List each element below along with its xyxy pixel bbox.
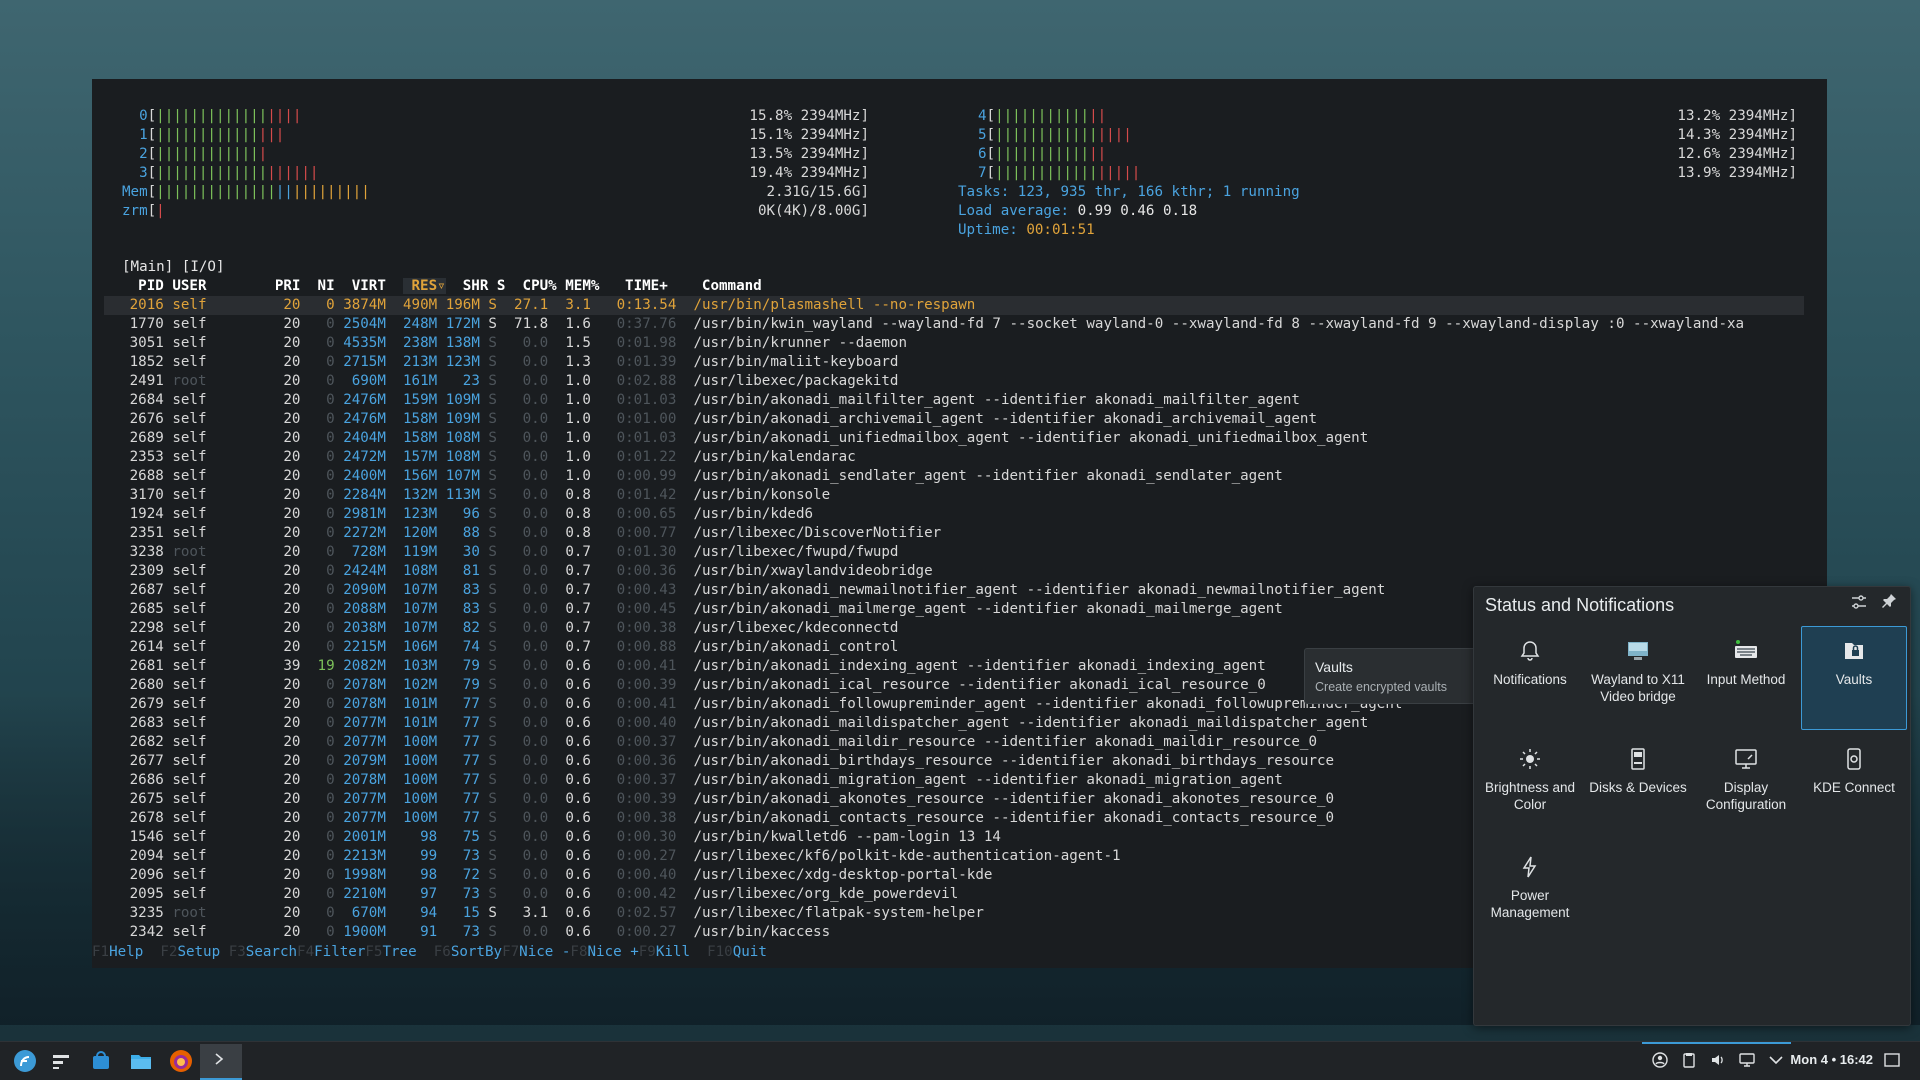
applet-vaults[interactable]: Vaults [1801, 626, 1907, 730]
power-icon [1478, 855, 1582, 879]
process-row[interactable]: 1852 self 20 0 2715M 213M 123M S 0.0 1.3… [104, 353, 1804, 372]
cpu-meter-7: 7[||||||||||||||||| [978, 165, 1141, 181]
applet-label: Disks & Devices [1589, 780, 1687, 795]
clipboard-icon[interactable] [1679, 1051, 1699, 1071]
configure-icon[interactable] [1848, 593, 1870, 615]
process-row[interactable]: 2676 self 20 0 2476M 158M 109M S 0.0 1.0… [104, 410, 1804, 429]
applet-disks-devices[interactable]: Disks & Devices [1585, 734, 1691, 838]
fkey-f8[interactable]: Nice + [588, 944, 639, 960]
zram-meter: zrm[| [122, 203, 165, 219]
cpu-meter-5: 5[|||||||||||||||| [978, 127, 1132, 143]
display-icon [1694, 747, 1798, 771]
tasks-meter: Tasks: 123, 935 thr, 166 kthr; 1 running [958, 184, 1300, 200]
status-notifications-popup: Status and Notifications Notifications Wa… [1473, 586, 1911, 1026]
applet-input-method[interactable]: Input Method [1693, 626, 1799, 730]
process-row[interactable]: 2491 root 20 0 690M 161M 23 S 0.0 1.0 0:… [104, 372, 1804, 391]
tooltip-subtitle: Create encrypted vaults [1315, 680, 1448, 694]
tooltip-title: Vaults [1315, 659, 1353, 675]
process-row[interactable]: 2309 self 20 0 2424M 108M 81 S 0.0 0.7 0… [104, 562, 1804, 581]
network-icon[interactable] [1737, 1051, 1757, 1071]
cpu-meter-value: 13.5% 2394MHz] [749, 146, 869, 162]
applet-notifications[interactable]: Notifications [1477, 626, 1583, 730]
cpu-meter-value: 13.2% 2394MHz] [1677, 108, 1797, 124]
video-bridge-icon [1586, 639, 1690, 663]
firefox-icon[interactable] [168, 1048, 194, 1074]
digital-clock[interactable]: Mon 4 • 16:42 [1790, 1052, 1873, 1067]
task-konsole[interactable] [200, 1044, 242, 1080]
memory-value: 2.31G/15.6G] [766, 184, 870, 200]
applet-power-management[interactable]: Power Management [1477, 842, 1583, 946]
cpu-meter-value: 14.3% 2394MHz] [1677, 127, 1797, 143]
applet-label: Wayland to X11 Video bridge [1591, 672, 1685, 704]
cpu-meter-3: 3[||||||||||||||||||| [122, 165, 319, 181]
applet-kde-connect[interactable]: KDE Connect [1801, 734, 1907, 838]
cpu-meter-1: 1[||||||||||||||| [122, 127, 285, 143]
cpu-meter-6: 6[||||||||||||| [978, 146, 1107, 162]
user-switch-icon[interactable] [1650, 1051, 1670, 1071]
htop-tabs[interactable]: [Main] [I/O] [122, 258, 225, 277]
cpu-meter-value: 13.9% 2394MHz] [1677, 165, 1797, 181]
cpu-meter-4: 4[||||||||||||| [978, 108, 1107, 124]
applet-label: Brightness and Color [1484, 780, 1576, 812]
application-launcher-icon[interactable] [12, 1048, 38, 1074]
process-row[interactable]: 2684 self 20 0 2476M 159M 109M S 0.0 1.0… [104, 391, 1804, 410]
applet-label: Power Management [1490, 888, 1570, 920]
process-row[interactable]: 1770 self 20 0 2504M 248M 172M S 71.8 1.… [104, 315, 1804, 334]
applet-wayland-to-x11-video-bridge[interactable]: Wayland to X11 Video bridge [1585, 626, 1691, 730]
cpu-meter-value: 15.1% 2394MHz] [749, 127, 869, 143]
uptime-meter: Uptime: 00:01:51 [958, 222, 1095, 238]
active-tray-indicator [1642, 1042, 1791, 1044]
cpu-meter-value: 12.6% 2394MHz] [1677, 146, 1797, 162]
vault-icon [1802, 639, 1906, 663]
applet-label: Display Configuration [1705, 780, 1787, 812]
taskbar: Mon 4 • 16:42 [0, 1041, 1920, 1080]
cpu-meter-2: 2[||||||||||||| [122, 146, 268, 162]
applet-display-configuration[interactable]: Display Configuration [1693, 734, 1799, 838]
fkey-f1[interactable]: Help [109, 944, 160, 960]
memory-meter: Mem[||||||||||||||||||||||||| [122, 184, 370, 200]
fkey-f5[interactable]: Tree [382, 944, 433, 960]
popup-title: Status and Notifications [1485, 595, 1675, 615]
cpu-meter-0: 0[||||||||||||||||| [122, 108, 302, 124]
fkey-f2[interactable]: Setup [177, 944, 228, 960]
cpu-meter-value: 19.4% 2394MHz] [749, 165, 869, 181]
pager-icon[interactable] [48, 1048, 74, 1074]
vaults-tooltip: Vaults Create encrypted vaults [1304, 648, 1478, 704]
fkey-f4[interactable]: Filter [314, 944, 365, 960]
disk-icon [1586, 747, 1690, 771]
process-row[interactable]: 3051 self 20 0 4535M 238M 138M S 0.0 1.5… [104, 334, 1804, 353]
fkey-f10[interactable]: Quit [733, 944, 767, 960]
process-row[interactable]: 2016 self 20 0 3874M 490M 196M S 27.1 3.… [104, 296, 1804, 315]
discover-store-icon[interactable] [88, 1048, 114, 1074]
bell-icon [1478, 639, 1582, 663]
process-row[interactable]: 2353 self 20 0 2472M 157M 108M S 0.0 1.0… [104, 448, 1804, 467]
process-row[interactable]: 1924 self 20 0 2981M 123M 96 S 0.0 0.8 0… [104, 505, 1804, 524]
load-average-meter: Load average: 0.99 0.46 0.18 [958, 203, 1198, 219]
fkey-f7[interactable]: Nice - [519, 944, 570, 960]
zram-value: 0K(4K)/8.00G] [757, 203, 869, 219]
phone-icon [1802, 747, 1906, 771]
volume-icon[interactable] [1708, 1051, 1728, 1071]
process-row[interactable]: 2689 self 20 0 2404M 158M 108M S 0.0 1.0… [104, 429, 1804, 448]
keyboard-icon [1694, 639, 1798, 663]
pin-icon[interactable] [1878, 593, 1900, 615]
process-row[interactable]: 2688 self 20 0 2400M 156M 107M S 0.0 1.0… [104, 467, 1804, 486]
applet-label: Input Method [1706, 672, 1786, 687]
fkey-f6[interactable]: SortBy [451, 944, 502, 960]
cpu-meter-value: 15.8% 2394MHz] [749, 108, 869, 124]
applet-brightness-and-color[interactable]: Brightness and Color [1477, 734, 1583, 838]
file-manager-icon[interactable] [128, 1048, 154, 1074]
fkey-f9[interactable]: Kill [656, 944, 707, 960]
fkey-f3[interactable]: Search [246, 944, 297, 960]
applet-label: Notifications [1493, 672, 1567, 687]
process-row[interactable]: 3170 self 20 0 2284M 132M 113M S 0.0 0.8… [104, 486, 1804, 505]
process-row[interactable]: 2351 self 20 0 2272M 120M 88 S 0.0 0.8 0… [104, 524, 1804, 543]
applet-label: KDE Connect [1813, 780, 1895, 795]
process-table-header[interactable]: PID USER PRI NI VIRT RES▿ SHR S CPU% MEM… [104, 277, 1804, 296]
process-row[interactable]: 3238 root 20 0 728M 119M 30 S 0.0 0.7 0:… [104, 543, 1804, 562]
brightness-icon [1478, 747, 1582, 771]
show-desktop-icon[interactable] [1882, 1051, 1902, 1071]
applet-label: Vaults [1835, 672, 1873, 687]
chevron-down-icon[interactable] [1766, 1051, 1786, 1071]
